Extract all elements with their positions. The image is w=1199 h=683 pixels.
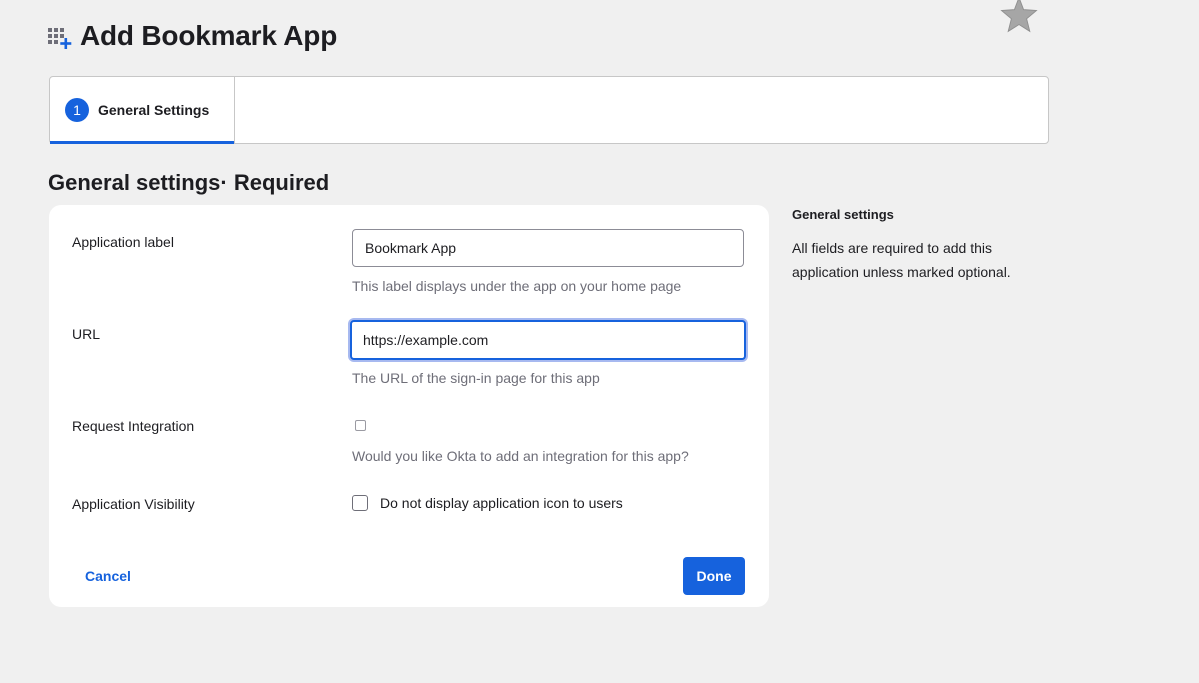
application-label-label: Application label	[72, 234, 174, 250]
help-panel-title: General settings	[792, 207, 894, 222]
application-label-hint: This label displays under the app on you…	[352, 278, 682, 294]
done-button[interactable]: Done	[683, 557, 745, 595]
url-hint: The URL of the sign-in page for this app	[352, 370, 600, 386]
url-input[interactable]	[350, 320, 746, 360]
request-integration-hint: Would you like Okta to add an integratio…	[352, 448, 689, 464]
apps-add-icon	[48, 28, 72, 49]
hide-app-icon-label[interactable]: Do not display application icon to users	[380, 495, 623, 511]
wizard-stepper: 1 General Settings	[49, 76, 1049, 144]
general-settings-form: Application label This label displays un…	[49, 205, 769, 607]
step-number-badge: 1	[65, 98, 89, 122]
section-title: General settings· Required	[48, 170, 330, 195]
help-panel: General settings All fields are required…	[792, 207, 1052, 284]
help-panel-text: All fields are required to add this appl…	[792, 240, 1011, 280]
url-label: URL	[72, 326, 101, 342]
page-header: Add Bookmark App	[48, 20, 337, 52]
application-visibility-label: Application Visibility	[72, 496, 195, 512]
application-label-input[interactable]	[352, 229, 744, 267]
request-integration-checkbox[interactable]	[355, 420, 366, 431]
hide-app-icon-checkbox[interactable]	[352, 495, 368, 511]
step-label: General Settings	[98, 102, 210, 118]
page-title: Add Bookmark App	[80, 20, 338, 51]
request-integration-label: Request Integration	[72, 418, 195, 434]
step-general-settings[interactable]: 1 General Settings	[50, 77, 235, 144]
star-icon[interactable]	[1000, 0, 1038, 34]
cancel-button[interactable]: Cancel	[73, 560, 143, 592]
